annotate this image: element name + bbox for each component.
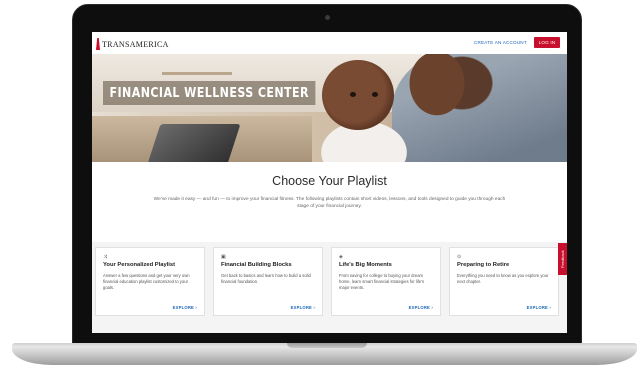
feedback-tab[interactable]: Feedback bbox=[558, 243, 567, 275]
login-button[interactable]: LOG IN bbox=[534, 37, 560, 48]
logo-text: TRANSAMERICA bbox=[102, 39, 169, 49]
card-title: Your Personalized Playlist bbox=[103, 262, 176, 268]
card-title: Life's Big Moments bbox=[339, 262, 392, 268]
playlist-cards: ⤨ Your Personalized Playlist Answer a fe… bbox=[92, 242, 567, 333]
card-preparing-to-retire[interactable]: ⊙ Preparing to Retire Everything you nee… bbox=[449, 247, 559, 316]
hero-photo-baby-eye bbox=[350, 92, 356, 97]
explore-link[interactable]: EXPLORE › bbox=[527, 305, 551, 310]
pyramid-icon bbox=[96, 38, 100, 50]
diamond-icon: ◈ bbox=[339, 254, 343, 260]
laptop-base bbox=[12, 346, 637, 365]
card-description: From saving for college to buying your d… bbox=[339, 273, 425, 290]
explore-link[interactable]: EXPLORE › bbox=[409, 305, 433, 310]
explore-link[interactable]: EXPLORE › bbox=[173, 305, 197, 310]
card-title: Preparing to Retire bbox=[457, 262, 510, 268]
shuffle-icon: ⤨ bbox=[103, 254, 108, 260]
card-financial-building-blocks[interactable]: ▣ Financial Building Blocks Get back to … bbox=[213, 247, 323, 316]
card-title: Financial Building Blocks bbox=[221, 262, 292, 268]
hero-photo-laptop bbox=[147, 124, 241, 162]
transamerica-logo[interactable]: TRANSAMERICA bbox=[96, 37, 169, 51]
hero-photo-shelf bbox=[162, 72, 232, 75]
hero-photo-parent-face bbox=[402, 54, 472, 124]
blocks-icon: ▣ bbox=[221, 254, 226, 260]
hero-photo-baby-head bbox=[322, 60, 394, 130]
card-personalized-playlist[interactable]: ⤨ Your Personalized Playlist Answer a fe… bbox=[95, 247, 205, 316]
laptop-mockup: TRANSAMERICA CREATE AN ACCOUNT LOG IN FI… bbox=[0, 0, 639, 381]
hero-photo-baby-eye bbox=[372, 92, 378, 97]
target-icon: ⊙ bbox=[457, 254, 462, 260]
hero-banner: FINANCIAL WELLNESS CENTER bbox=[92, 54, 567, 162]
card-description: Answer a few questions and get your very… bbox=[103, 273, 190, 290]
laptop-notch bbox=[287, 343, 367, 348]
explore-link[interactable]: EXPLORE › bbox=[291, 305, 315, 310]
card-lifes-big-moments[interactable]: ◈ Life's Big Moments From saving for col… bbox=[331, 247, 441, 316]
laptop-screen: TRANSAMERICA CREATE AN ACCOUNT LOG IN FI… bbox=[92, 32, 567, 333]
card-description: Everything you need to know as you explo… bbox=[457, 273, 549, 284]
page-title: Choose Your Playlist bbox=[272, 174, 387, 188]
create-account-link[interactable]: CREATE AN ACCOUNT bbox=[474, 40, 527, 45]
intro-text: We've made it easy — and fun — to improv… bbox=[153, 197, 506, 209]
hero-title: FINANCIAL WELLNESS CENTER bbox=[103, 81, 316, 105]
webcam-icon bbox=[325, 15, 330, 20]
card-description: Get back to basics and learn how to buil… bbox=[221, 273, 311, 284]
site-header: TRANSAMERICA CREATE AN ACCOUNT LOG IN bbox=[92, 32, 567, 54]
